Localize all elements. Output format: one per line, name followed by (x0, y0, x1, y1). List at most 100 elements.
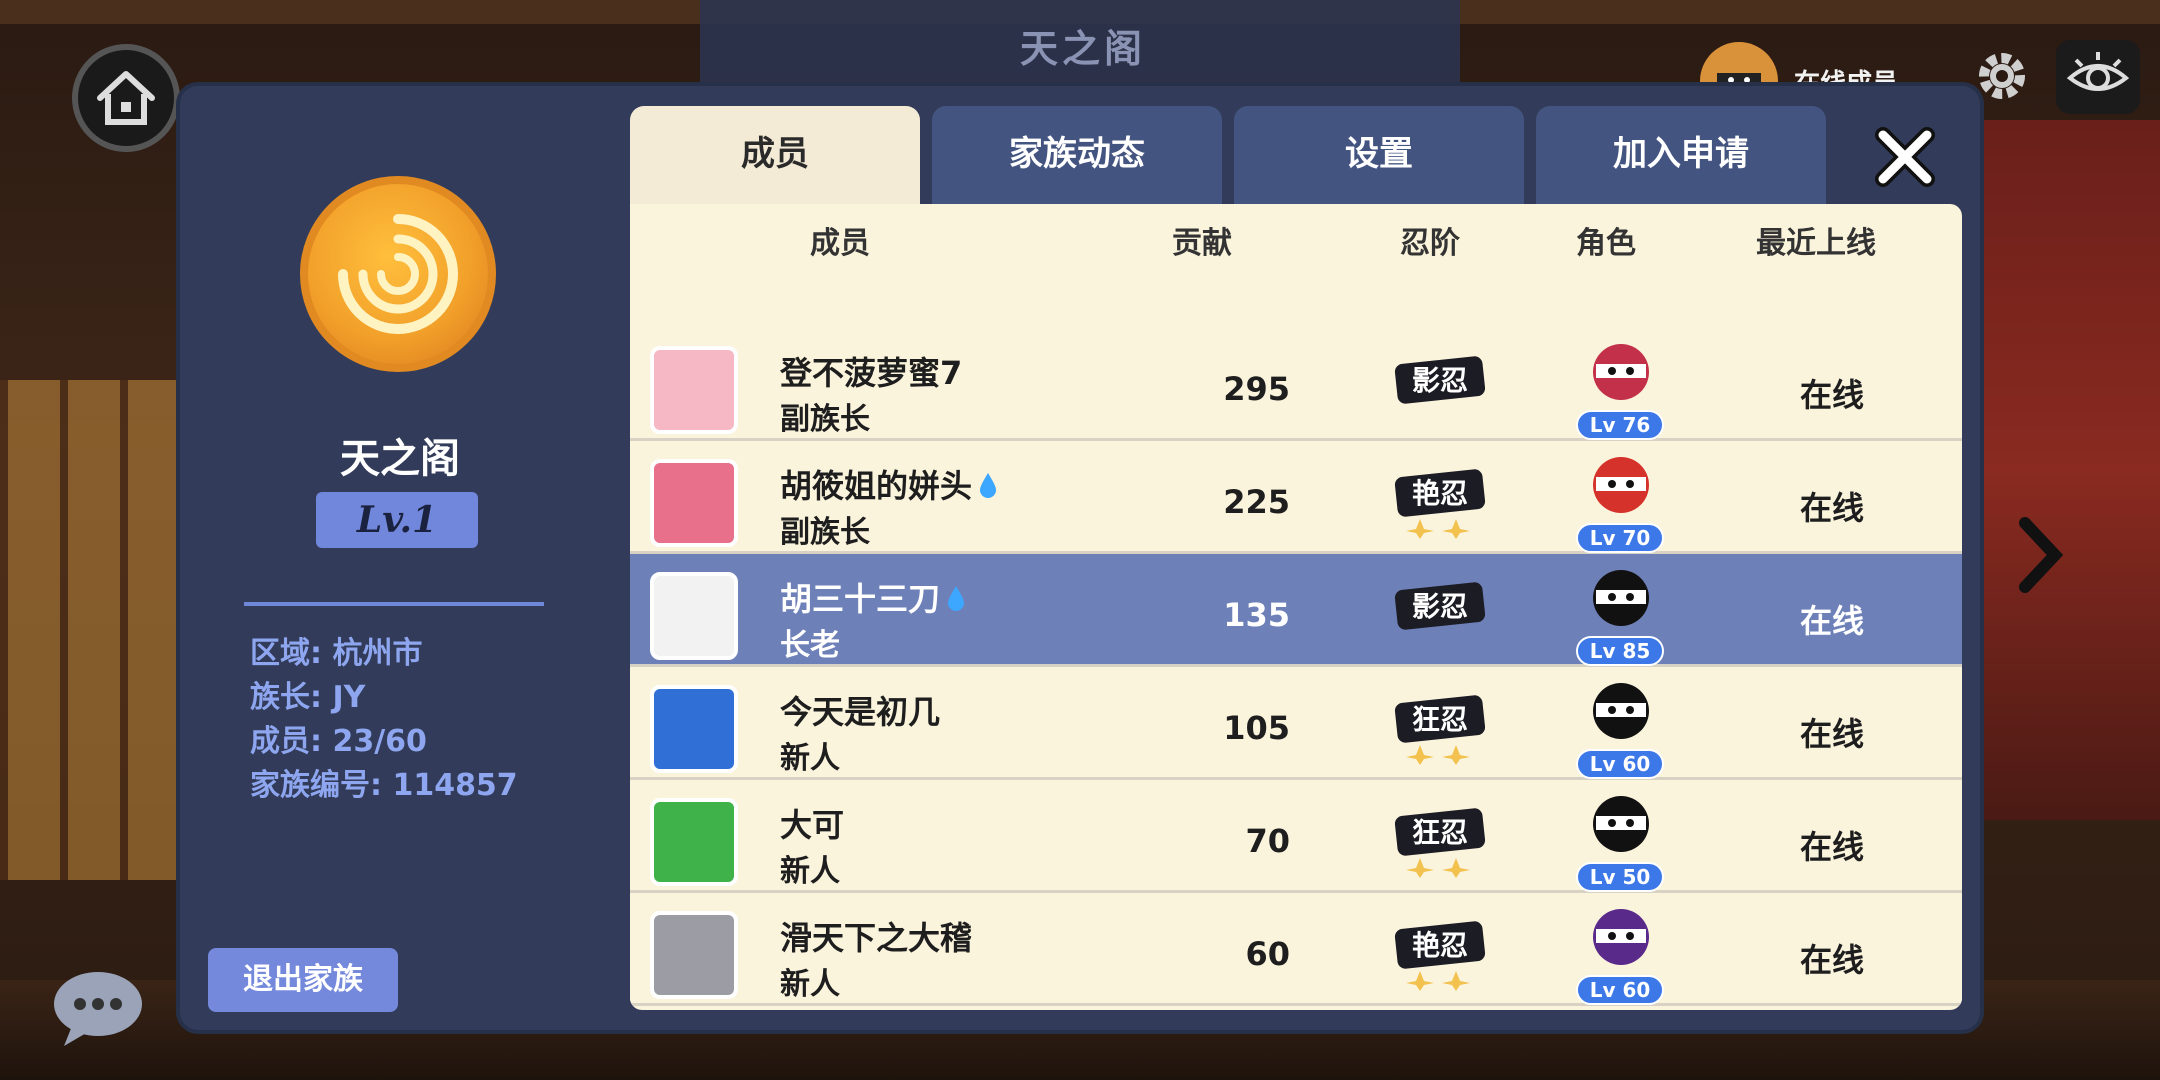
clan-region: 区域: 杭州市 (250, 636, 423, 671)
member-contribution: 225 (1223, 483, 1290, 521)
background-wall-right (1960, 120, 2160, 820)
table-row[interactable]: 滑天下之大稽 新人 60 艳忍 Lv 60 在线 (630, 893, 1962, 1006)
member-contribution: 135 (1223, 596, 1290, 634)
member-role: 新人 (780, 741, 840, 776)
rank-badge-icon: 狂忍 (1390, 798, 1490, 878)
sidebar-divider (244, 602, 544, 606)
member-role: 副族长 (780, 515, 870, 550)
member-role: 新人 (780, 854, 840, 889)
member-avatar (650, 572, 738, 660)
eye-icon (2066, 52, 2130, 91)
close-icon (1875, 127, 1935, 187)
table-row[interactable]: 胡三十三刀 长老 135 影忍 Lv 85 在线 (630, 554, 1962, 667)
member-rows: 登不菠萝蜜7 副族长 295 影忍 Lv 76 在线 胡筱姐的姘头 副族长 22… (630, 328, 1962, 1006)
clan-leader: 族长: JY (250, 680, 366, 715)
member-name: 大可 (780, 806, 845, 844)
tab-members[interactable]: 成员 (630, 106, 920, 206)
water-drop-icon (946, 582, 966, 620)
house-icon (97, 71, 155, 125)
background-wall-left (0, 380, 190, 880)
header-last-online: 最近上线 (1756, 226, 1876, 261)
clan-home-button[interactable] (72, 44, 180, 152)
rank-badge-icon: 影忍 (1390, 572, 1490, 652)
member-role: 长老 (780, 628, 840, 663)
member-avatar (650, 798, 738, 886)
ninja-character-icon (1593, 909, 1649, 965)
rank-badge-icon: 艳忍 (1390, 459, 1490, 539)
character-level-badge: Lv 60 (1576, 749, 1664, 779)
gear-icon (1979, 53, 2025, 99)
header-character: 角色 (1576, 226, 1636, 261)
member-role: 副族长 (780, 402, 870, 437)
member-avatar (650, 911, 738, 999)
rank-badge-icon: 影忍 (1390, 346, 1490, 426)
character-portrait: Lv 60 (1576, 897, 1666, 1007)
clan-sidebar: 天之阁 Lv.1 区域: 杭州市 族长: JY 成员: 23/60 家族编号: … (180, 86, 620, 1030)
svg-text:狂忍: 狂忍 (1412, 816, 1468, 849)
view-toggle-button[interactable] (2056, 40, 2140, 114)
member-online-status: 在线 (1800, 828, 1865, 866)
character-portrait: Lv 85 (1576, 558, 1666, 668)
member-avatar (650, 685, 738, 773)
member-name: 登不菠萝蜜7 (780, 354, 963, 392)
header-rank: 忍阶 (1400, 226, 1460, 261)
member-online-status: 在线 (1800, 489, 1865, 527)
member-name: 胡筱姐的姘头 (780, 461, 998, 507)
chat-bubble-icon (54, 972, 142, 1046)
water-drop-icon (978, 469, 998, 507)
ninja-character-icon (1593, 683, 1649, 739)
chat-button[interactable] (50, 968, 146, 1050)
rank-badge-icon: 艳忍 (1390, 911, 1490, 991)
svg-text:影忍: 影忍 (1412, 590, 1468, 623)
character-level-badge: Lv 85 (1576, 636, 1664, 666)
character-portrait: Lv 60 (1576, 671, 1666, 781)
clan-level-badge: Lv.1 (316, 492, 478, 548)
clan-info-list: 区域: 杭州市 族长: JY 成员: 23/60 家族编号: 114857 (250, 632, 518, 808)
member-name: 胡三十三刀 (780, 574, 966, 620)
close-button[interactable] (1870, 122, 1940, 192)
ninja-character-icon (1593, 570, 1649, 626)
member-online-status: 在线 (1800, 715, 1865, 753)
table-row[interactable]: 胡筱姐的姘头 副族长 225 艳忍 Lv 70 在线 (630, 441, 1962, 554)
member-avatar (650, 459, 738, 547)
table-row[interactable]: 大可 新人 70 狂忍 Lv 50 在线 (630, 780, 1962, 893)
member-contribution: 105 (1223, 709, 1290, 747)
clan-member-count: 成员: 23/60 (250, 724, 427, 759)
tab-settings[interactable]: 设置 (1234, 106, 1524, 206)
member-name: 今天是初几 (780, 693, 941, 731)
clan-emblem-icon (300, 176, 496, 372)
character-portrait: Lv 70 (1576, 445, 1666, 555)
member-contribution: 60 (1245, 935, 1290, 973)
member-contribution: 295 (1223, 370, 1290, 408)
ninja-character-icon (1593, 796, 1649, 852)
header-member: 成员 (810, 226, 870, 261)
tab-join-requests[interactable]: 加入申请 (1536, 106, 1826, 206)
clan-name: 天之阁 (340, 436, 460, 482)
ninja-character-icon (1593, 457, 1649, 513)
table-row[interactable]: 登不菠萝蜜7 副族长 295 影忍 Lv 76 在线 (630, 328, 1962, 441)
member-contribution: 70 (1245, 822, 1290, 860)
tab-clan-activity[interactable]: 家族动态 (932, 106, 1222, 206)
next-arrow-button[interactable] (2010, 510, 2070, 600)
svg-text:艳忍: 艳忍 (1412, 929, 1468, 962)
character-level-badge: Lv 60 (1576, 975, 1664, 1005)
member-role: 新人 (780, 967, 840, 1002)
svg-text:艳忍: 艳忍 (1412, 477, 1468, 510)
leave-clan-button[interactable]: 退出家族 (208, 948, 398, 1012)
rank-badge-icon: 狂忍 (1390, 685, 1490, 765)
svg-text:狂忍: 狂忍 (1412, 703, 1468, 736)
table-header: 成员 贡献 忍阶 角色 最近上线 (630, 204, 1962, 274)
character-level-badge: Lv 70 (1576, 523, 1664, 553)
member-table: 成员 贡献 忍阶 角色 最近上线 登不菠萝蜜7 副族长 295 影忍 Lv 76… (630, 204, 1962, 1010)
table-row[interactable]: 今天是初几 新人 105 狂忍 Lv 60 在线 (630, 667, 1962, 780)
member-online-status: 在线 (1800, 376, 1865, 414)
character-portrait: Lv 50 (1576, 784, 1666, 894)
character-portrait: Lv 76 (1576, 332, 1666, 442)
svg-text:影忍: 影忍 (1412, 364, 1468, 397)
top-banner-title: 天之阁 (1020, 27, 1147, 71)
clan-id: 家族编号: 114857 (250, 768, 518, 803)
member-avatar (650, 346, 738, 434)
member-online-status: 在线 (1800, 602, 1865, 640)
header-contribution: 贡献 (1172, 226, 1232, 261)
member-name: 滑天下之大稽 (780, 919, 973, 957)
